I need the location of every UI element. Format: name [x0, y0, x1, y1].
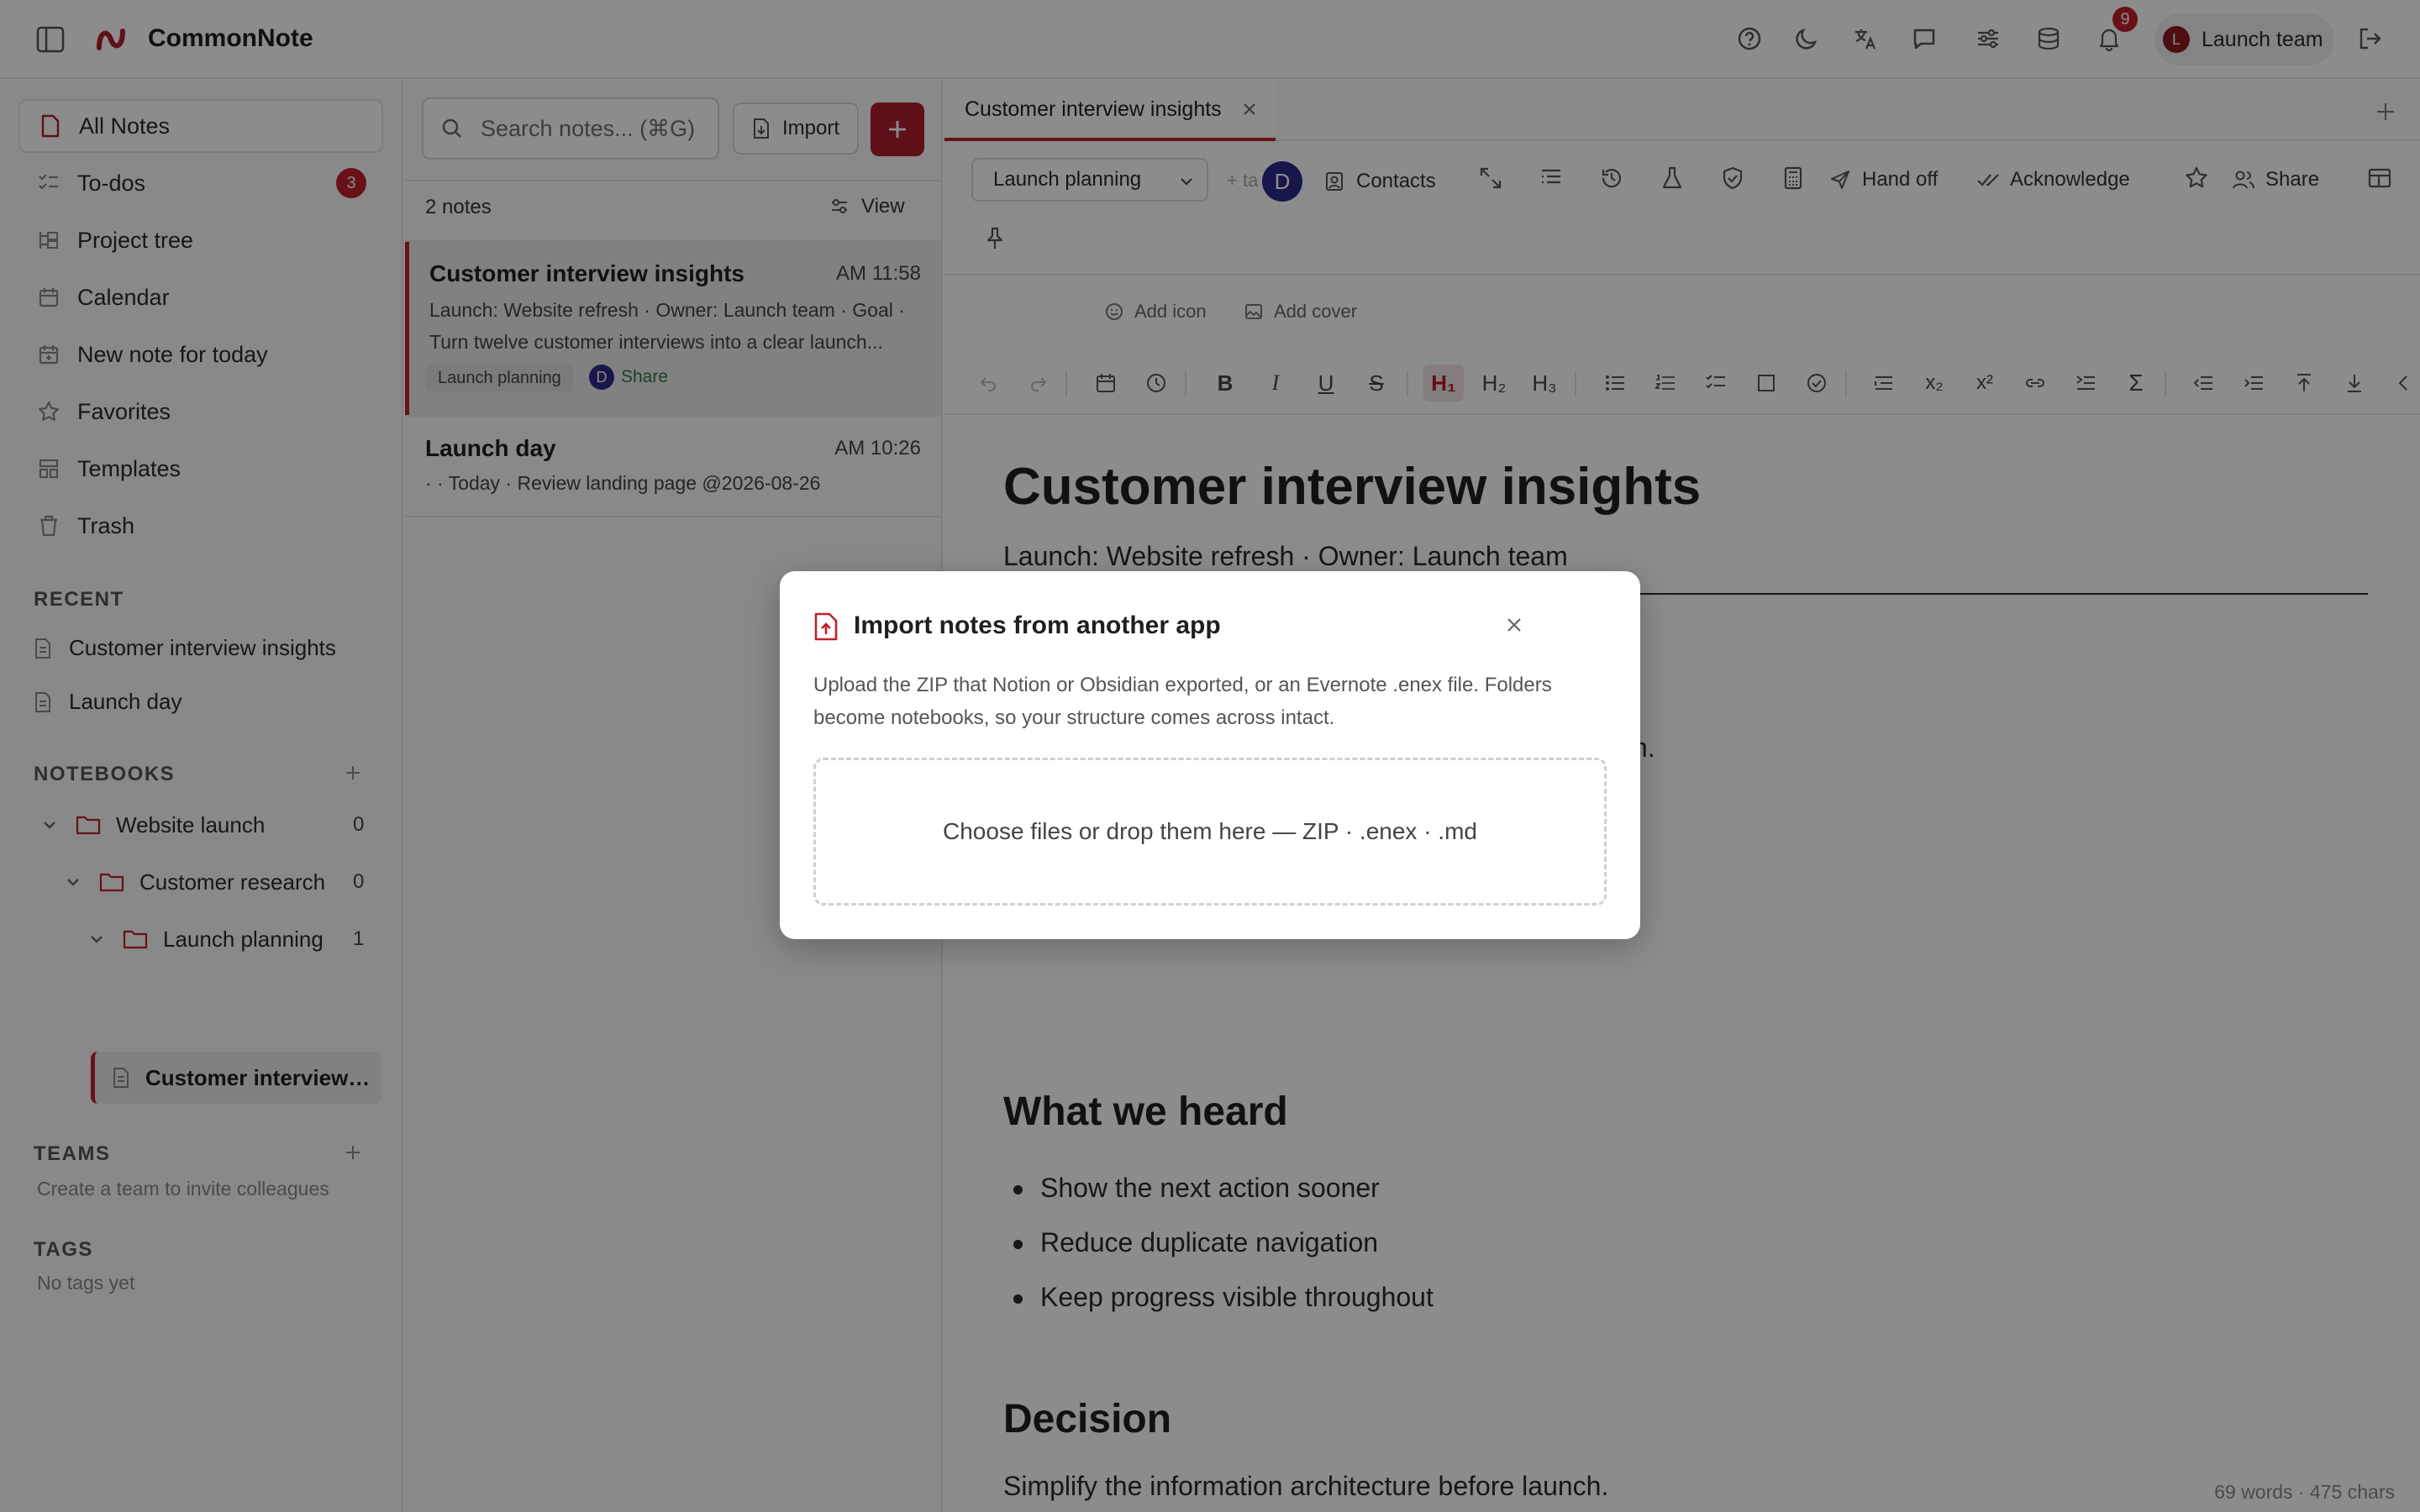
close-icon[interactable] — [1502, 613, 1526, 637]
app-root: CommonNote 9 L Launch team All Notes To-… — [0, 0, 2420, 1512]
dropzone-label: Choose files or drop them here — ZIP · .… — [943, 818, 1477, 844]
modal-description: Upload the ZIP that Notion or Obsidian e… — [813, 674, 1552, 729]
file-dropzone[interactable]: Choose files or drop them here — ZIP · .… — [813, 758, 1607, 906]
file-upload-icon — [812, 612, 840, 642]
modal-title: Import notes from another app — [854, 612, 1221, 639]
import-modal: Import notes from another app Upload the… — [780, 571, 1640, 939]
